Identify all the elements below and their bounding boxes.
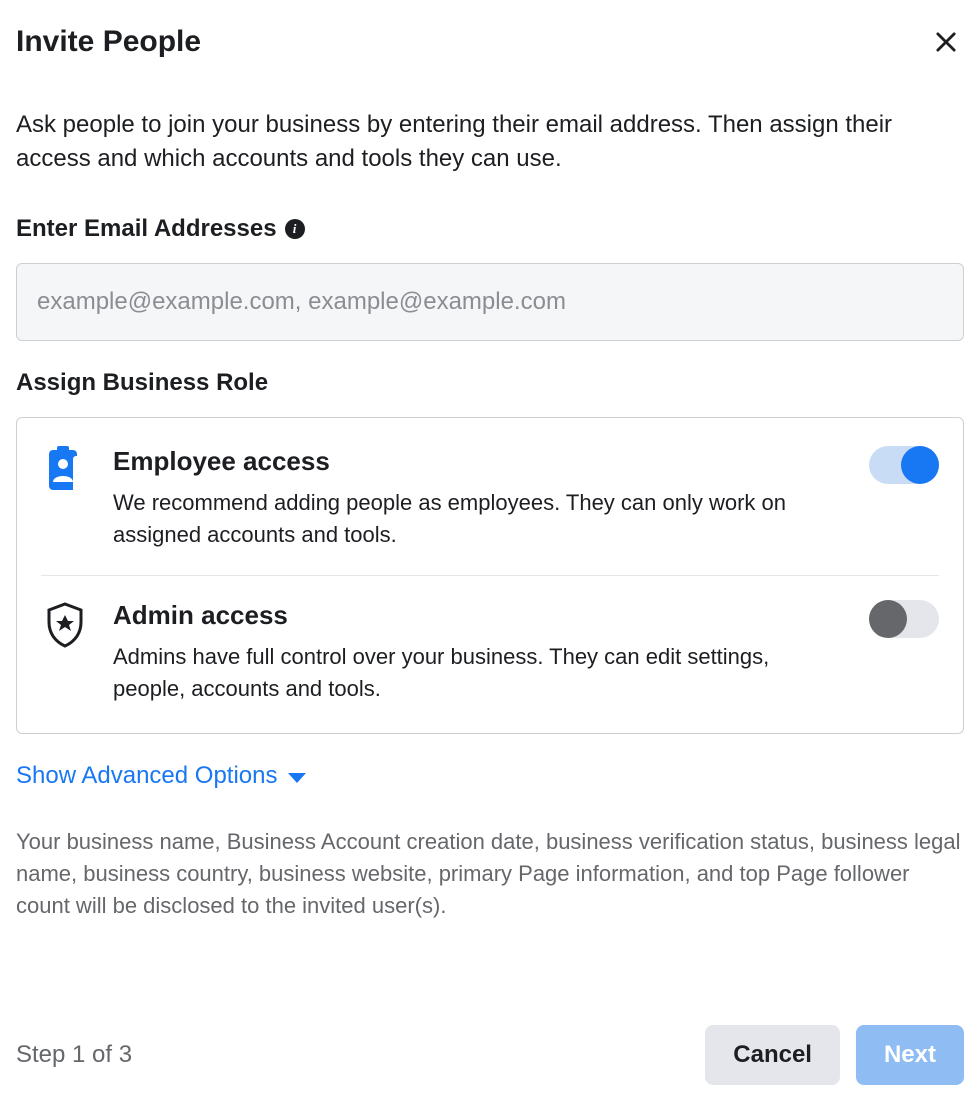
caret-down-icon <box>288 773 306 783</box>
cancel-button[interactable]: Cancel <box>705 1025 840 1085</box>
employee-title: Employee access <box>113 446 845 477</box>
employee-toggle[interactable] <box>869 446 939 484</box>
admin-title: Admin access <box>113 600 845 631</box>
advanced-label: Show Advanced Options <box>16 762 278 790</box>
admin-toggle[interactable] <box>869 600 939 638</box>
toggle-knob <box>869 600 907 638</box>
step-indicator: Step 1 of 3 <box>16 1041 132 1069</box>
email-label: Enter Email Addresses <box>16 215 277 243</box>
disclosure-text: Your business name, Business Account cre… <box>16 826 964 922</box>
role-option-admin: Admin access Admins have full control ov… <box>41 575 939 709</box>
email-input[interactable] <box>16 263 964 341</box>
admin-description: Admins have full control over your busin… <box>113 641 845 705</box>
employee-icon <box>41 446 89 494</box>
role-card: Employee access We recommend adding peop… <box>16 417 964 734</box>
toggle-knob <box>901 446 939 484</box>
admin-icon <box>41 600 89 648</box>
close-icon <box>932 28 960 56</box>
role-label: Assign Business Role <box>16 369 268 397</box>
employee-description: We recommend adding people as employees.… <box>113 487 845 551</box>
show-advanced-options-link[interactable]: Show Advanced Options <box>16 762 964 790</box>
next-button[interactable]: Next <box>856 1025 964 1085</box>
modal-description: Ask people to join your business by ente… <box>16 108 964 175</box>
close-button[interactable] <box>928 24 964 60</box>
modal-footer: Step 1 of 3 Cancel Next <box>16 1001 964 1085</box>
role-option-employee: Employee access We recommend adding peop… <box>41 442 939 575</box>
info-icon[interactable]: i <box>285 219 305 239</box>
modal-title: Invite People <box>16 25 201 59</box>
